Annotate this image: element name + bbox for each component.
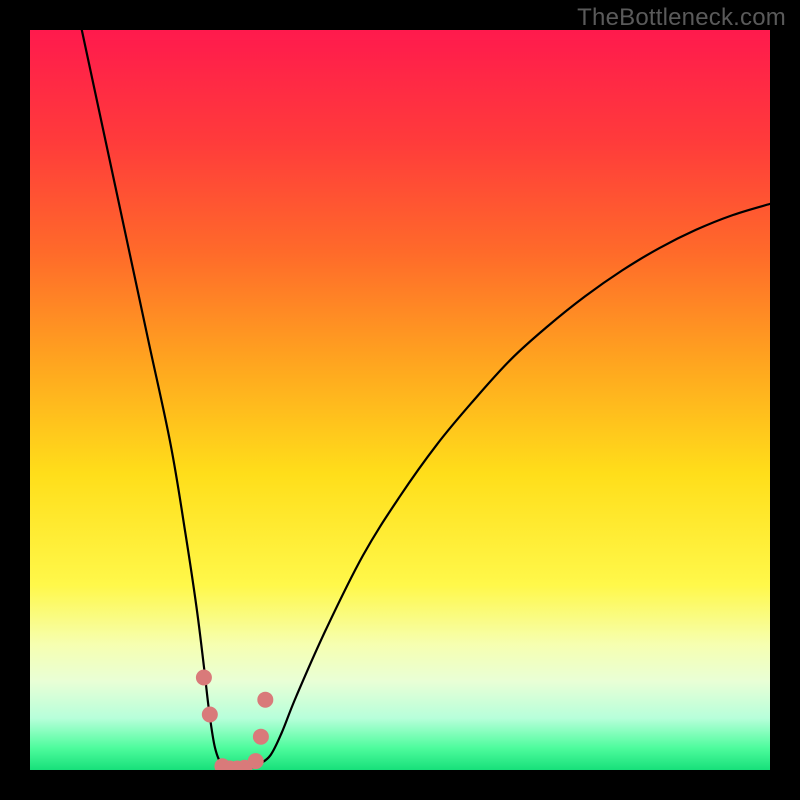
- watermark-text: TheBottleneck.com: [577, 4, 786, 32]
- gradient-background: [30, 30, 770, 770]
- min-marker: [257, 692, 273, 708]
- plot-area: [30, 30, 770, 770]
- min-marker: [253, 729, 269, 745]
- chart-svg: [30, 30, 770, 770]
- min-marker: [202, 707, 218, 723]
- min-marker: [196, 670, 212, 686]
- chart-frame: TheBottleneck.com: [0, 0, 800, 800]
- min-marker: [248, 753, 264, 769]
